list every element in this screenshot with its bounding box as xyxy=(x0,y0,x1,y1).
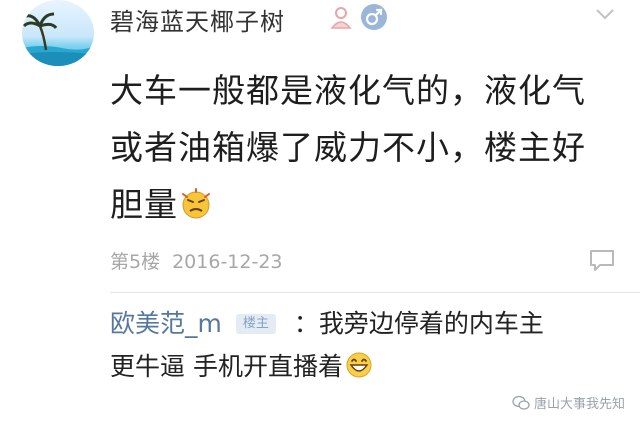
avatar[interactable] xyxy=(22,0,94,66)
grinning-face-emoji xyxy=(346,352,372,378)
post-author-name[interactable]: 碧海蓝天椰子树 xyxy=(110,2,285,37)
reply-line: 更牛逼 手机开直播着 xyxy=(110,345,620,388)
chevron-down-icon[interactable] xyxy=(594,6,616,22)
comment-bubble-icon[interactable] xyxy=(588,248,616,272)
watermark: 唐山大事我先知 xyxy=(512,393,625,412)
host-badge: 楼主 xyxy=(235,314,276,334)
floor-label: 第5楼 xyxy=(110,251,161,273)
post-content-text: 胆量 xyxy=(110,185,178,224)
reply-line: 欧美范_m 楼主 ：我旁边停着的内车主 xyxy=(110,302,620,345)
reply-text: ：我旁边停着的内车主 xyxy=(293,309,544,338)
post-content-line: 大车一般都是液化气的，液化气 xyxy=(110,71,586,110)
watermark-text: 唐山大事我先知 xyxy=(534,397,626,412)
post-date: 2016-12-23 xyxy=(172,251,283,273)
reply-item: 欧美范_m 楼主 ：我旁边停着的内车主 更牛逼 手机开直播着 xyxy=(110,302,620,388)
post-content-line: 或者油箱爆了威力不小，楼主好 xyxy=(110,128,586,167)
divider xyxy=(110,292,640,293)
wechat-icon xyxy=(512,395,530,410)
male-icon xyxy=(361,4,387,30)
post-content: 大车一般都是液化气的，液化气 或者油箱爆了威力不小，楼主好 胆量 xyxy=(110,62,610,233)
post-content-line: 胆量 xyxy=(110,176,610,233)
reply-author-name[interactable]: 欧美范_m xyxy=(110,309,222,338)
user-level-icon xyxy=(330,7,352,29)
reply-text: 更牛逼 手机开直播着 xyxy=(110,352,343,381)
post-meta: 第5楼 2016-12-23 xyxy=(110,247,283,274)
angry-face-emoji xyxy=(182,188,210,219)
beach-palm-icon xyxy=(22,12,94,66)
